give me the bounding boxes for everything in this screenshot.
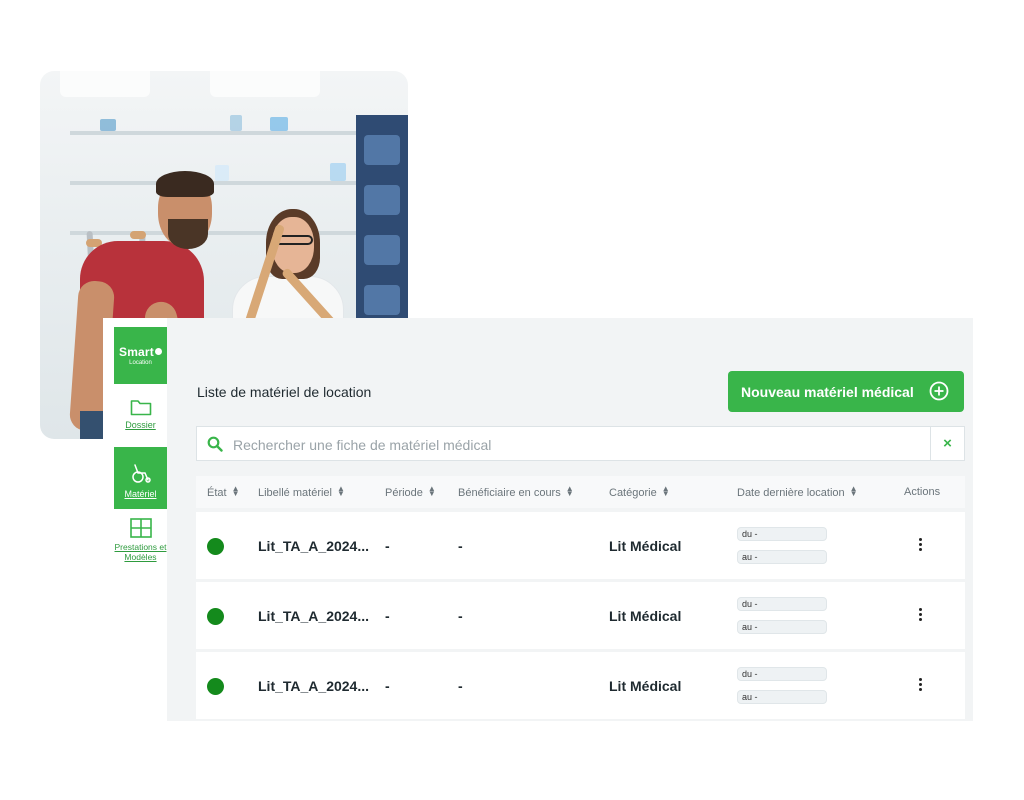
sidebar-item-prestations[interactable]: Prestations et Modèles — [114, 518, 167, 570]
column-actions: Actions — [904, 486, 941, 498]
table-row[interactable]: Lit_TA_A_2024... - - Lit Médical du - au… — [196, 582, 965, 649]
logo-pin-icon — [155, 348, 162, 355]
more-actions-icon[interactable] — [919, 678, 923, 693]
date-from-field[interactable]: du - — [737, 667, 827, 681]
sort-icon: ▲ ▼ — [231, 484, 240, 498]
date-to-field[interactable]: au - — [737, 550, 827, 564]
equipment-label[interactable]: Lit_TA_A_2024... — [258, 678, 369, 694]
sidebar-item-label: Prestations et Modèles — [114, 542, 167, 562]
search-input[interactable] — [231, 434, 915, 456]
sidebar-item-dossier[interactable]: Dossier — [114, 398, 167, 442]
sidebar: Smart Location Dossier Matériel Prestati… — [103, 318, 167, 721]
folder-icon — [130, 400, 151, 416]
sort-icon: ▲ ▼ — [427, 484, 436, 498]
column-libelle[interactable]: Libellé matériel ▲ ▼ — [258, 484, 345, 500]
date-from-field[interactable]: du - — [737, 597, 827, 611]
app-window: Smart Location Dossier Matériel Prestati… — [103, 318, 973, 721]
more-actions-icon[interactable] — [919, 538, 923, 553]
sidebar-item-label: Matériel — [124, 489, 157, 499]
table-header: État ▲ ▼ Libellé matériel ▲ ▼ Période ▲ ▼ Béné… — [196, 476, 965, 508]
status-indicator — [207, 678, 224, 695]
search-icon — [207, 436, 223, 452]
sort-icon: ▲ ▼ — [336, 484, 345, 498]
equipment-label[interactable]: Lit_TA_A_2024... — [258, 608, 369, 624]
sort-icon: ▲ ▼ — [565, 484, 574, 498]
new-medical-equipment-button[interactable]: Nouveau matériel médical — [728, 371, 964, 412]
column-etat[interactable]: État ▲ ▼ — [207, 484, 240, 500]
sort-icon: ▲ ▼ — [661, 484, 670, 498]
table-row[interactable]: Lit_TA_A_2024... - - Lit Médical du - au… — [196, 512, 965, 579]
more-actions-icon[interactable] — [919, 608, 923, 623]
status-indicator — [207, 608, 224, 625]
layout-grid-icon — [129, 518, 152, 538]
page-title: Liste de matériel de location — [197, 384, 372, 400]
button-label: Nouveau matériel médical — [741, 383, 914, 400]
search-bar — [196, 426, 931, 461]
beneficiary-value: - — [458, 538, 463, 554]
main-content: Liste de matériel de location Nouveau ma… — [167, 318, 973, 721]
beneficiary-value: - — [458, 608, 463, 624]
equipment-label[interactable]: Lit_TA_A_2024... — [258, 538, 369, 554]
app-logo[interactable]: Smart Location — [114, 327, 167, 384]
column-categorie[interactable]: Catégorie ▲ ▼ — [609, 484, 670, 500]
period-value: - — [385, 678, 390, 694]
status-indicator — [207, 538, 224, 555]
sort-icon: ▲ ▼ — [849, 484, 858, 498]
beneficiary-value: - — [458, 678, 463, 694]
date-to-field[interactable]: au - — [737, 690, 827, 704]
wheelchair-icon — [131, 464, 151, 483]
column-date-derniere-location[interactable]: Date dernière location ▲ ▼ — [737, 484, 858, 500]
date-to-field[interactable]: au - — [737, 620, 827, 634]
category-value: Lit Médical — [609, 538, 682, 554]
category-value: Lit Médical — [609, 608, 682, 624]
sidebar-item-label: Dossier — [125, 420, 156, 430]
table-row[interactable]: Lit_TA_A_2024... - - Lit Médical du - au… — [196, 652, 965, 719]
category-value: Lit Médical — [609, 678, 682, 694]
clear-search-button[interactable]: × — [931, 426, 965, 461]
period-value: - — [385, 608, 390, 624]
column-beneficiaire[interactable]: Bénéficiaire en cours ▲ ▼ — [458, 484, 574, 500]
column-periode[interactable]: Période ▲ ▼ — [385, 484, 436, 500]
date-from-field[interactable]: du - — [737, 527, 827, 541]
period-value: - — [385, 538, 390, 554]
plus-circle-icon — [929, 381, 949, 401]
sidebar-item-materiel[interactable]: Matériel — [114, 447, 167, 509]
